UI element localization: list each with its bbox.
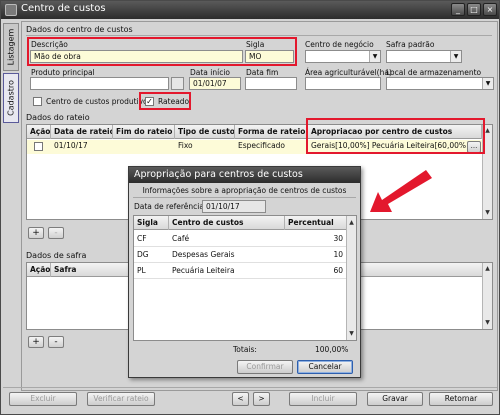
excluir-button[interactable]: Excluir (9, 392, 77, 406)
dialog-grid-header: Sigla Centro de custos Percentual (134, 216, 346, 230)
dialog-subtitle: Informações sobre a apropriação de centr… (142, 186, 347, 195)
descricao-field[interactable]: Mão de obra (30, 50, 243, 63)
divider (26, 35, 492, 36)
apropriacao-dialog: Apropriação para centros de custos Infor… (128, 166, 361, 378)
row-centro: Despesas Gerais (172, 250, 235, 259)
row-centro: Café (172, 234, 190, 243)
cancelar-button[interactable]: Cancelar (297, 360, 353, 374)
retornar-button[interactable]: Retornar (429, 392, 493, 406)
safra-scrollbar[interactable]: ▲ ▼ (482, 263, 492, 329)
section-title-safra: Dados de safra (26, 251, 87, 260)
tab-listagem-label: Listagem (6, 28, 16, 66)
rateado-label: Rateado (158, 97, 190, 106)
divider (133, 197, 356, 198)
totais-value: 100,00% (315, 345, 349, 354)
produtivo-label: Centro de custos produtivo (46, 97, 148, 106)
centro-negocio-label: Centro de negócio (305, 40, 374, 49)
rateado-checkbox[interactable]: ✓ (145, 97, 154, 106)
dialog-title-bar[interactable]: Apropriação para centros de custos (129, 167, 360, 183)
row-select-checkbox[interactable] (34, 142, 43, 151)
scroll-down-icon[interactable]: ▼ (347, 329, 356, 338)
local-label: Local de armazenamento (386, 68, 482, 77)
data-inicio-label: Data início (190, 68, 231, 77)
table-row[interactable]: PL Pecuária Leiteira 60 (134, 263, 346, 279)
red-arrow-icon (370, 170, 432, 212)
descricao-label: Descrição (31, 40, 68, 49)
highlight-box-apropriacao (306, 118, 485, 154)
totais-label: Totais: (233, 345, 257, 354)
col-data-rateio[interactable]: Data de rateio (51, 125, 113, 139)
chevron-down-icon: ▼ (482, 78, 493, 89)
row-sigla: CF (137, 234, 147, 243)
confirmar-button[interactable]: Confirmar (237, 360, 293, 374)
scroll-up-icon[interactable]: ▲ (347, 218, 356, 227)
scroll-down-icon[interactable]: ▼ (483, 318, 492, 327)
area-label: Área agriculturável(ha) (305, 68, 392, 77)
col-percentual[interactable]: Percentual (285, 216, 346, 230)
col-forma-rateio[interactable]: Forma de rateio (235, 125, 308, 139)
scroll-up-icon[interactable]: ▲ (483, 264, 492, 273)
dialog-grid-scrollbar[interactable]: ▲ ▼ (346, 216, 356, 340)
row-percentual[interactable]: 60 (285, 265, 343, 277)
produto-principal-field[interactable] (30, 77, 169, 90)
col-safra-acao[interactable]: Ação (27, 263, 51, 277)
table-row[interactable]: CF Café 30 (134, 231, 346, 247)
ref-date-label: Data de referência (134, 202, 204, 211)
app-icon (5, 4, 17, 16)
row-sigla: DG (137, 250, 149, 259)
row-forma-rateio: Especificado (238, 141, 286, 150)
centro-negocio-select[interactable]: ▼ (305, 50, 381, 63)
chevron-down-icon: ▼ (369, 51, 380, 62)
tab-listagem[interactable]: Listagem (3, 23, 19, 71)
area-field[interactable] (305, 77, 381, 90)
row-data-rateio: 01/10/17 (54, 141, 88, 150)
row-centro: Pecuária Leiteira (172, 266, 235, 275)
section-title-rateio: Dados do rateio (26, 113, 90, 122)
gravar-button[interactable]: Gravar (367, 392, 423, 406)
col-fim-rateio[interactable]: Fim do rateio (113, 125, 175, 139)
local-select[interactable]: ▼ (386, 77, 494, 90)
next-button[interactable]: > (253, 392, 270, 406)
row-percentual[interactable]: 10 (285, 249, 343, 261)
maximize-button[interactable]: □ (467, 3, 481, 16)
apropriacao-grid: Sigla Centro de custos Percentual CF Caf… (133, 215, 357, 341)
chevron-down-icon: ▼ (450, 51, 461, 62)
data-fim-field[interactable] (245, 77, 297, 90)
row-tipo-custo: Fixo (178, 141, 193, 150)
incluir-button[interactable]: Incluir (289, 392, 357, 406)
prev-button[interactable]: < (232, 392, 249, 406)
data-inicio-field[interactable]: 01/01/07 (189, 77, 241, 90)
safra-padrao-select[interactable]: ▼ (386, 50, 462, 63)
section-title-centro: Dados do centro de custos (26, 25, 133, 34)
row-percentual[interactable]: 30 (285, 233, 343, 245)
window-title: Centro de custos (21, 3, 106, 14)
produtivo-checkbox[interactable] (33, 97, 42, 106)
sigla-label: Sigla (246, 40, 265, 49)
divider (3, 387, 497, 388)
scroll-down-icon[interactable]: ▼ (483, 208, 492, 217)
safra-remove-button[interactable]: - (48, 336, 64, 348)
close-button[interactable]: × (483, 3, 497, 16)
col-acao[interactable]: Ação (27, 125, 51, 139)
tab-cadastro-label: Cadastro (6, 80, 16, 116)
rateio-add-button[interactable]: + (28, 227, 44, 239)
safra-padrao-label: Safra padrão (386, 40, 435, 49)
dialog-title: Apropriação para centros de custos (134, 169, 303, 180)
sigla-field[interactable]: MO (245, 50, 294, 63)
verificar-rateio-button[interactable]: Verificar rateio (87, 392, 155, 406)
row-sigla: PL (137, 266, 146, 275)
data-fim-label: Data fim (246, 68, 279, 77)
title-bar[interactable]: Centro de custos _ □ × (1, 1, 499, 19)
produto-principal-label: Produto principal (31, 68, 95, 77)
rateio-remove-button[interactable]: - (48, 227, 64, 239)
table-row[interactable]: DG Despesas Gerais 10 (134, 247, 346, 263)
produto-lookup-button[interactable] (171, 77, 184, 90)
minimize-button[interactable]: _ (451, 3, 465, 16)
col-sigla[interactable]: Sigla (134, 216, 169, 230)
ref-date-field: 01/10/17 (202, 200, 266, 213)
safra-add-button[interactable]: + (28, 336, 44, 348)
col-tipo-custo[interactable]: Tipo de custo (175, 125, 235, 139)
tab-cadastro[interactable]: Cadastro (3, 73, 19, 123)
col-centro-custos[interactable]: Centro de custos (169, 216, 285, 230)
